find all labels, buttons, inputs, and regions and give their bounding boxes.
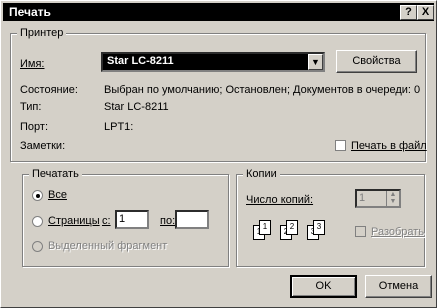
ok-button[interactable]: OK (290, 275, 357, 298)
to-input[interactable] (175, 210, 209, 229)
status-label: Состояние: (20, 84, 78, 96)
to-label: по: (160, 215, 176, 227)
printer-name-value: Star LC-8211 (107, 55, 174, 67)
radio-pages[interactable] (32, 216, 43, 227)
port-label: Порт: (20, 121, 48, 133)
copies-count-stepper: 1 ▲ ▼ (355, 189, 401, 208)
printer-group: Принтер Имя: Star LC-8211 ▼ Свойства Сос… (10, 27, 427, 162)
radio-pages-label[interactable]: Страницы (48, 215, 100, 227)
copies-count-value: 1 (359, 192, 366, 204)
radio-all[interactable] (32, 190, 43, 201)
dialog-title: Печать (9, 5, 51, 19)
notes-label: Заметки: (20, 140, 66, 152)
print-to-file-label[interactable]: Печать в файл (351, 140, 427, 152)
radio-selection-label: Выделенный фрагмент (48, 240, 168, 252)
page-icon: 3 (313, 220, 325, 235)
port-value: LPT1: (104, 121, 134, 133)
page-icon: 2 (286, 220, 298, 235)
page-icon: 1 (259, 220, 271, 235)
printer-group-label: Принтер (17, 27, 67, 39)
cancel-button[interactable]: Отмена (365, 275, 432, 298)
chevron-down-icon[interactable]: ▼ (308, 54, 323, 70)
spin-arrows-icon: ▲ ▼ (386, 191, 399, 206)
print-to-file-checkbox[interactable] (335, 140, 346, 151)
collate-label: Разобрать (371, 226, 425, 238)
properties-button[interactable]: Свойства (336, 50, 417, 73)
printer-name-select[interactable]: Star LC-8211 ▼ (101, 52, 325, 72)
print-dialog: Печать ? X Принтер Имя: Star LC-8211 ▼ С… (0, 0, 437, 308)
print-range-group-label: Печатать (29, 168, 82, 180)
copies-group: Копии Число копий: 1 ▲▼ 1 1 2 2 3 3 Разо… (236, 168, 425, 267)
help-button[interactable]: ? (400, 5, 417, 20)
type-label: Тип: (20, 101, 42, 113)
copies-count-label: Число копий: (246, 194, 314, 206)
type-value: Star LC-8211 (104, 101, 169, 113)
from-label: с: (102, 215, 111, 227)
title-bar: Печать ? X (3, 3, 434, 21)
copies-group-label: Копии (243, 168, 280, 180)
status-value: Выбран по умолчанию; Остановлен; Докумен… (104, 84, 421, 96)
collate-checkbox (355, 226, 366, 237)
print-range-group: Печатать Все Страницы с: 1 по: Выделенны… (22, 168, 229, 267)
printer-name-label: Имя: (20, 58, 45, 70)
from-input[interactable]: 1 (115, 210, 149, 229)
radio-selection (32, 241, 43, 252)
radio-all-label[interactable]: Все (48, 189, 67, 201)
close-button[interactable]: X (417, 5, 434, 20)
